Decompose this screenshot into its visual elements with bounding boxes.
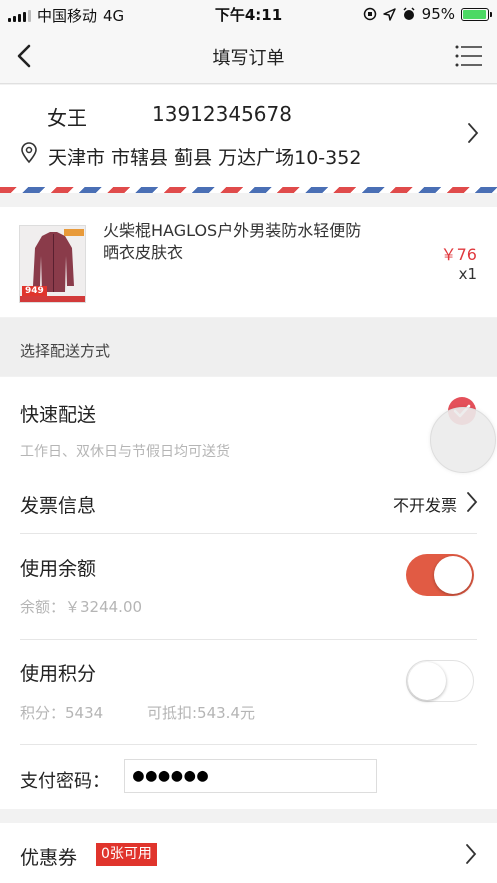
payment-password-label: 支付密码： bbox=[20, 771, 110, 792]
product-thumbnail: 949 bbox=[19, 225, 86, 303]
battery-icon bbox=[461, 7, 492, 21]
points-amount: 积分：5434 bbox=[20, 704, 104, 722]
balance-toggle[interactable] bbox=[406, 554, 474, 596]
delivery-section-label: 选择配送方式 bbox=[20, 342, 111, 360]
balance-amount: 余额：￥3244.00 bbox=[20, 598, 143, 616]
location-arrow-icon bbox=[382, 7, 396, 21]
invoice-label[interactable]: 发票信息 bbox=[20, 491, 96, 518]
chevron-right-icon bbox=[466, 844, 477, 864]
status-bar: 中国移动 4G 下午4:11 95% bbox=[0, 0, 497, 28]
points-toggle[interactable] bbox=[406, 660, 474, 702]
delivery-method-note: 工作日、双休日与节假日均可送货 bbox=[20, 444, 230, 460]
airmail-stripe bbox=[0, 187, 497, 193]
nav-bar: 填写订单 bbox=[0, 28, 497, 84]
recipient-name: 女王 bbox=[47, 106, 87, 130]
alarm-icon bbox=[403, 7, 415, 20]
promo-tag bbox=[64, 229, 84, 236]
promo-band bbox=[20, 296, 85, 302]
address-detail: 天津市 市辖县 蓟县 万达广场10-352 bbox=[48, 147, 362, 169]
chevron-right-icon[interactable] bbox=[466, 491, 478, 513]
coupon-label: 优惠券 bbox=[20, 847, 78, 869]
location-pin-icon bbox=[21, 142, 37, 164]
coupon-row[interactable]: 优惠券 0张可用 bbox=[0, 823, 497, 883]
divider bbox=[20, 639, 477, 640]
recipient-phone: 13912345678 bbox=[152, 102, 292, 126]
product-price: ￥76 bbox=[440, 245, 477, 264]
toggle-knob bbox=[408, 662, 446, 700]
balance-label: 使用余额 bbox=[20, 558, 97, 580]
product-item[interactable]: 949 火柴棍HAGLOS户外男装防水轻便防晒衣皮肤衣 ￥76 x1 bbox=[0, 207, 497, 317]
order-options-panel: 快速配送 工作日、双休日与节假日均可送货 发票信息 不开发票 使用余额 余额：￥… bbox=[0, 377, 497, 809]
toggle-knob bbox=[434, 556, 472, 594]
screen-lock-icon bbox=[363, 7, 376, 21]
chevron-right-icon bbox=[468, 123, 479, 143]
coupon-count-badge: 0张可用 bbox=[96, 843, 157, 866]
divider bbox=[20, 744, 477, 745]
delivery-section-header: 选择配送方式 bbox=[0, 318, 497, 376]
invoice-value[interactable]: 不开发票 bbox=[393, 492, 457, 516]
product-quantity: x1 bbox=[458, 265, 477, 283]
points-deduction: 可抵扣:543.4元 bbox=[147, 704, 255, 722]
battery-percent: 95% bbox=[421, 5, 455, 23]
hamburger-menu-icon[interactable] bbox=[455, 45, 483, 67]
points-label: 使用积分 bbox=[20, 663, 97, 685]
status-right: 95% bbox=[363, 5, 492, 23]
delivery-method-title[interactable]: 快速配送 bbox=[20, 400, 96, 427]
address-card[interactable]: 女王 13912345678 天津市 市辖县 蓟县 万达广场10-352 bbox=[0, 85, 497, 193]
page-title: 填写订单 bbox=[212, 48, 285, 69]
product-title: 火柴棍HAGLOS户外男装防水轻便防晒衣皮肤衣 bbox=[103, 221, 362, 262]
divider bbox=[20, 533, 477, 534]
payment-password-input[interactable]: ●●●●●● bbox=[124, 759, 377, 793]
assistive-touch-button[interactable] bbox=[430, 407, 496, 473]
price-badge: 949 bbox=[22, 286, 47, 296]
